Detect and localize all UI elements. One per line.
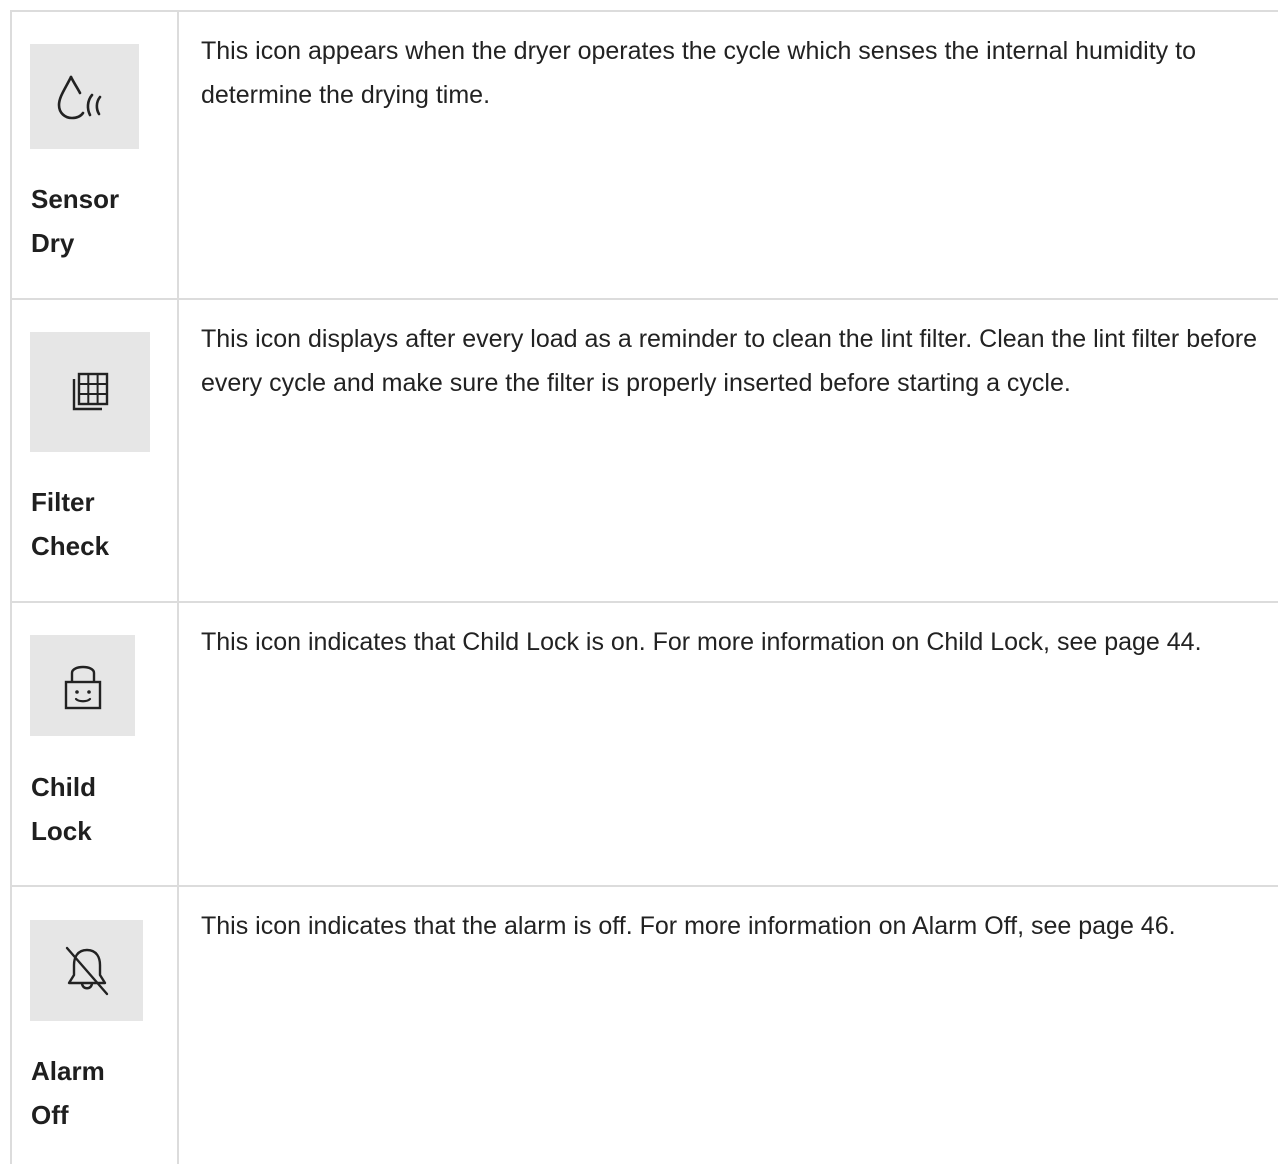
row-name-line: Check [31,531,110,561]
row-name: Alarm Off [31,1049,161,1137]
row-description: This icon appears when the dryer operate… [201,37,1196,109]
table-border-top [10,10,1278,12]
table-border-left [10,10,12,1164]
row-description: This icon displays after every load as a… [201,325,1258,397]
row-name-line: Off [31,1100,69,1130]
row-description: This icon indicates that Child Lock is o… [201,628,1202,656]
row-divider [10,885,1278,887]
row-divider [10,601,1278,603]
row-name-line: Child [31,772,96,802]
icon-tile [30,44,139,149]
row-name-line: Dry [31,228,75,258]
row-name-line: Sensor [31,184,120,214]
icon-tile [30,332,150,452]
filter-check-icon [72,372,109,411]
row-name: Sensor Dry [31,177,161,265]
child-lock-icon [64,665,101,709]
row-description: This icon indicates that the alarm is of… [201,912,1176,940]
icon-reference-table: Sensor Dry This icon appears when the dr… [0,0,1278,1164]
alarm-off-icon [65,946,108,995]
row-name: Child Lock [31,765,161,853]
row-name-line: Filter [31,487,95,517]
row-name-line: Alarm [31,1056,105,1086]
row-name: Filter Check [31,480,161,568]
icon-tile [30,920,143,1021]
table-column-divider [177,10,179,1164]
sensor-dry-icon [57,75,101,119]
icon-tile [30,635,135,736]
row-divider [10,298,1278,300]
row-name-line: Lock [31,816,92,846]
